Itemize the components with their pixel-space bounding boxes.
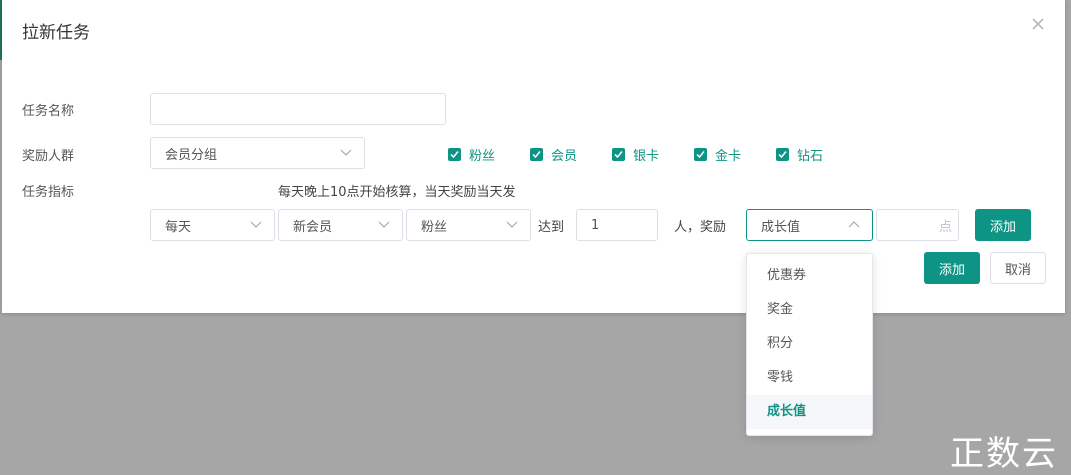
dropdown-option-coupon[interactable]: 优惠券 — [747, 259, 872, 293]
reward-group-label: 奖励人群 — [22, 149, 75, 164]
add-rule-button[interactable]: 添加 — [975, 209, 1031, 241]
close-icon[interactable] — [1030, 16, 1046, 32]
chevron-down-icon — [250, 221, 262, 228]
chevron-down-icon — [506, 221, 518, 228]
chevron-down-icon — [340, 149, 352, 156]
period-select[interactable]: 每天 — [150, 209, 275, 241]
checkbox-label: 银卡 — [633, 149, 660, 164]
reward-type-select[interactable]: 成长值 — [746, 209, 873, 241]
confirm-add-button[interactable]: 添加 — [924, 252, 980, 284]
checkbox-silver[interactable]: 银卡 — [612, 145, 659, 164]
checkmark-icon — [448, 148, 461, 161]
checkmark-icon — [612, 148, 625, 161]
checkbox-fans[interactable]: 粉丝 — [448, 145, 495, 164]
reach-label: 达到 — [538, 220, 565, 235]
audience-select-value: 粉丝 — [421, 219, 448, 235]
checkmark-icon — [776, 148, 789, 161]
dropdown-option-points[interactable]: 积分 — [747, 327, 872, 361]
dropdown-option-change[interactable]: 零钱 — [747, 361, 872, 395]
member-type-select[interactable]: 新会员 — [278, 209, 403, 241]
metric-note: 每天晚上10点开始核算，当天奖励当天发 — [278, 185, 516, 200]
reward-amount-unit: 点 — [938, 219, 952, 235]
reward-type-dropdown: 优惠券 奖金 积分 零钱 成长值 — [746, 253, 873, 436]
checkbox-diamond[interactable]: 钻石 — [776, 145, 823, 164]
period-select-value: 每天 — [165, 219, 192, 235]
checkmark-icon — [530, 148, 543, 161]
checkmark-icon — [694, 148, 707, 161]
task-name-label: 任务名称 — [22, 104, 75, 119]
chevron-down-icon — [378, 221, 390, 228]
member-group-select-value: 会员分组 — [165, 147, 218, 163]
member-type-select-value: 新会员 — [293, 219, 333, 235]
checkbox-label: 钻石 — [797, 149, 824, 164]
dropdown-option-growth[interactable]: 成长值 — [747, 395, 872, 429]
checkbox-member[interactable]: 会员 — [530, 145, 577, 164]
checkbox-label: 会员 — [551, 149, 578, 164]
task-metric-label: 任务指标 — [22, 185, 75, 200]
new-user-task-dialog: 拉新任务 任务名称 奖励人群 会员分组 粉丝 会员 银卡 金卡 钻石 任务指标 … — [2, 0, 1065, 313]
dropdown-option-bonus[interactable]: 奖金 — [747, 293, 872, 327]
checkbox-label: 粉丝 — [469, 149, 496, 164]
checkbox-label: 金卡 — [715, 149, 742, 164]
chevron-up-icon — [848, 221, 860, 228]
member-group-select[interactable]: 会员分组 — [150, 137, 365, 169]
task-name-input[interactable] — [150, 93, 446, 125]
cancel-button[interactable]: 取消 — [990, 252, 1046, 284]
reach-count-input[interactable]: 1 — [576, 209, 658, 241]
people-reward-label: 人，奖励 — [674, 220, 727, 235]
reward-type-select-value: 成长值 — [761, 219, 801, 235]
checkbox-gold[interactable]: 金卡 — [694, 145, 741, 164]
dialog-title: 拉新任务 — [22, 23, 90, 43]
audience-select[interactable]: 粉丝 — [406, 209, 531, 241]
watermark-logo: 正数云 — [950, 434, 1058, 474]
reward-amount-input[interactable]: 点 — [876, 209, 959, 241]
